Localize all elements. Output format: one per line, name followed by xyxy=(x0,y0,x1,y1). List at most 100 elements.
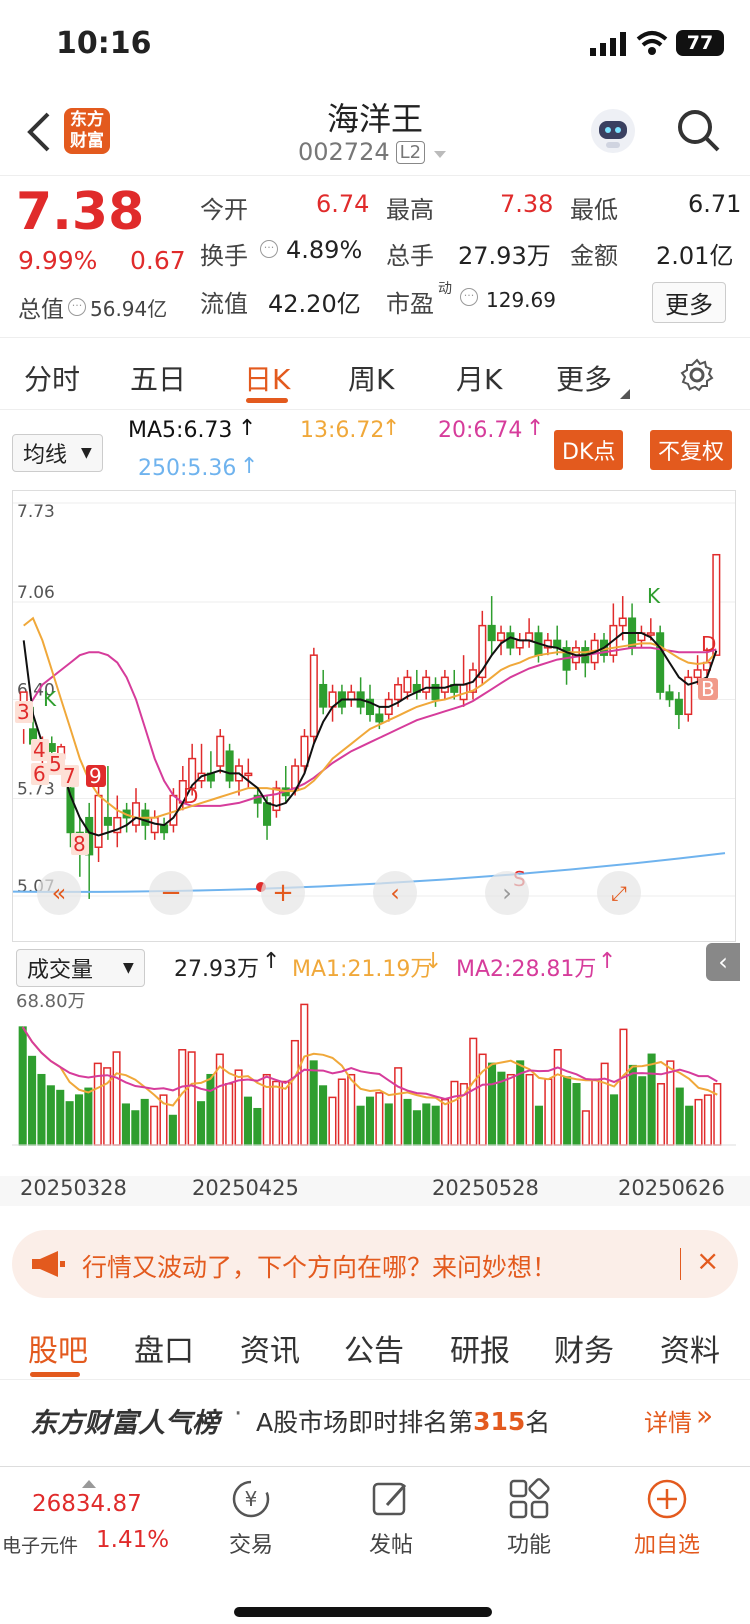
volume-value: 27.93万 xyxy=(458,242,551,270)
float-label: 流值 xyxy=(200,290,248,318)
quote-panel: 7.38 9.99% 0.67 总值 ··· 56.94亿 今开 6.74 最高… xyxy=(0,178,750,338)
megaphone-icon xyxy=(32,1250,66,1282)
info-icon[interactable]: ··· xyxy=(260,240,278,258)
volume-bar-down xyxy=(243,1096,253,1146)
post-label: 发帖 xyxy=(368,1533,413,1558)
candle-up xyxy=(497,632,506,642)
volume-bar-up xyxy=(544,1078,553,1146)
fullscreen-icon[interactable]: ⤢ xyxy=(597,871,641,915)
volume-bar-down xyxy=(319,1085,328,1146)
volume-bar-up xyxy=(394,1067,403,1146)
tab-more[interactable]: 更多 xyxy=(556,358,612,398)
function-button[interactable]: 功能 xyxy=(484,1477,574,1559)
kline-chart[interactable]: 7.737.066.405.735.07K3456789DKDBS « − + … xyxy=(12,490,736,942)
pan-right-icon[interactable]: › xyxy=(485,871,529,915)
candle-up xyxy=(646,632,655,636)
status-bar: 10:16 77 xyxy=(0,0,750,90)
info-icon[interactable]: ··· xyxy=(68,298,86,316)
volume-bar-down xyxy=(497,1071,506,1146)
info-icon[interactable]: ··· xyxy=(460,288,478,306)
add-watchlist-button[interactable]: 加自选 xyxy=(622,1477,712,1559)
pan-left-icon[interactable]: ‹ xyxy=(373,871,417,915)
tab-news[interactable]: 资讯 xyxy=(240,1326,300,1370)
trade-button[interactable]: ¥ 交易 xyxy=(206,1477,296,1559)
home-indicator xyxy=(234,1607,492,1617)
tab-announcements[interactable]: 公告 xyxy=(344,1326,404,1370)
add-circle-icon xyxy=(645,1477,689,1521)
status-time: 10:16 xyxy=(56,26,152,61)
volume-bar-down xyxy=(28,1055,37,1146)
tab-monthly-k[interactable]: 月K xyxy=(456,358,502,398)
volume-bar-up xyxy=(581,1110,590,1146)
candle-up xyxy=(525,632,534,642)
volume-bar-up xyxy=(187,1051,196,1146)
tab-forum[interactable]: 股吧 xyxy=(28,1326,88,1370)
candle-down xyxy=(506,632,515,649)
more-button[interactable]: 更多 xyxy=(652,282,726,323)
close-icon[interactable]: × xyxy=(696,1244,719,1277)
period-tabs: 分时 五日 日K 周K 月K 更多 xyxy=(0,340,750,410)
up-arrow-icon: ↑ xyxy=(262,949,281,974)
tab-weekly-k[interactable]: 周K xyxy=(348,358,394,398)
volume-bar-down xyxy=(610,1094,619,1146)
pe-sup: 动 xyxy=(438,281,452,297)
tab-finance[interactable]: 财务 xyxy=(554,1326,614,1370)
candle-up xyxy=(150,816,159,834)
signal-marker: B xyxy=(701,677,715,701)
tab-daily-k[interactable]: 日K xyxy=(244,358,290,398)
rank-detail-link[interactable]: 详情 xyxy=(644,1403,692,1438)
rank-prefix: A股市场即时排名第 xyxy=(256,1408,474,1437)
tab-five-day[interactable]: 五日 xyxy=(130,358,186,398)
open-label: 今开 xyxy=(200,196,248,224)
tab-research[interactable]: 研报 xyxy=(450,1326,510,1370)
volume-bar-down xyxy=(121,1103,130,1146)
battery-icon: 77 xyxy=(676,30,724,56)
volume-bar-down xyxy=(487,1062,497,1146)
ai-banner[interactable]: 行情又波动了，下个方向在哪？来问妙想！ × xyxy=(12,1230,738,1298)
volume-bar-up xyxy=(694,1098,703,1146)
svg-text:¥: ¥ xyxy=(245,1487,258,1511)
signal-marker: D xyxy=(183,784,198,808)
stock-code-row[interactable]: 002724 L2 xyxy=(298,138,447,166)
ma5-line xyxy=(22,632,718,837)
rewind-icon[interactable]: « xyxy=(37,871,81,915)
signal-marker: D xyxy=(701,632,716,656)
robot-avatar-icon[interactable] xyxy=(588,106,638,160)
ma-select[interactable]: 均线 ▼ xyxy=(12,434,103,472)
post-button[interactable]: 发帖 xyxy=(346,1477,436,1559)
candle-up xyxy=(272,787,281,812)
pe-label: 市盈 xyxy=(386,290,434,318)
collapse-tab-icon[interactable]: ‹ xyxy=(706,943,740,981)
search-icon[interactable] xyxy=(676,108,722,158)
index-pct: 1.41% xyxy=(96,1527,170,1553)
volume-select[interactable]: 成交量 ▼ xyxy=(16,949,145,987)
candle-up xyxy=(693,669,702,679)
settings-gear-icon[interactable] xyxy=(680,358,714,396)
volume-bar-down xyxy=(675,1087,684,1146)
tab-profile[interactable]: 资料 xyxy=(660,1326,720,1370)
signal-icon xyxy=(590,32,626,60)
popularity-rank[interactable]: 东方财富人气榜 · A股市场即时排名第 315 名 详情 » xyxy=(0,1385,750,1455)
volume-bar-down xyxy=(685,1105,694,1146)
rank-number: 315 xyxy=(473,1406,526,1436)
volume-bar-down xyxy=(563,1076,572,1146)
volume-bar-down xyxy=(206,1073,215,1146)
volume-bar-down xyxy=(131,1110,140,1146)
tab-intraday[interactable]: 分时 xyxy=(24,358,80,398)
tab-orderbook[interactable]: 盘口 xyxy=(134,1326,194,1370)
adjust-button[interactable]: 不复权 xyxy=(650,430,733,470)
volume-chart[interactable]: 68.80万 xyxy=(12,985,736,1170)
up-triangle-icon xyxy=(82,1473,96,1492)
low-label: 最低 xyxy=(570,196,618,224)
zoom-in-icon[interactable]: + xyxy=(261,871,305,915)
volume-bar-down xyxy=(56,1089,65,1146)
candle-up xyxy=(394,683,403,701)
high-label: 最高 xyxy=(386,196,434,224)
vol-ma2-line xyxy=(21,1026,718,1101)
volume-bar-down xyxy=(168,1114,177,1146)
zoom-out-icon[interactable]: − xyxy=(149,871,193,915)
volume-bar-down xyxy=(74,1094,84,1146)
dk-point-button[interactable]: DK点 xyxy=(554,430,624,470)
index-ticker[interactable]: 26834.87 电子元件 1.41% xyxy=(0,1467,180,1567)
y-tick-label: 7.06 xyxy=(17,583,55,603)
